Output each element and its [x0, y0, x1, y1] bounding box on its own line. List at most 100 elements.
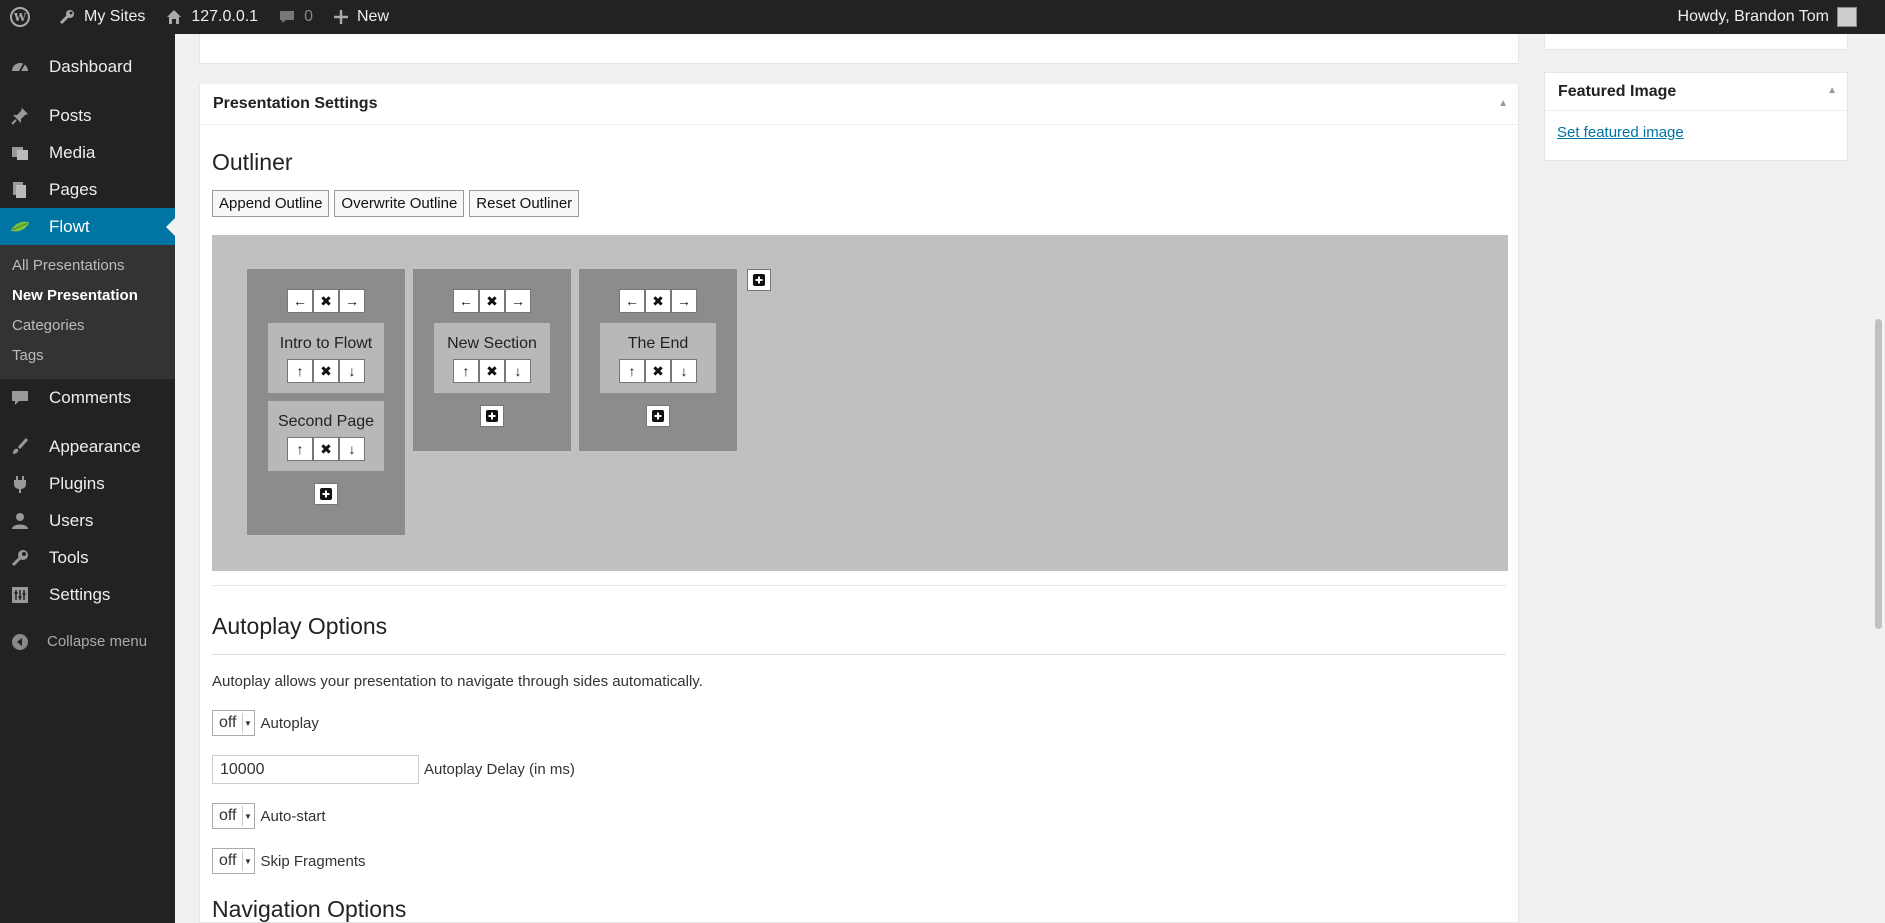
page-card[interactable]: New Section ↑ ✖ ↓ — [434, 323, 550, 393]
sidebar-item-tools[interactable]: Tools — [0, 539, 175, 576]
move-left-icon[interactable]: ← — [287, 289, 313, 313]
select-value: off — [219, 852, 237, 869]
add-section-icon[interactable] — [747, 269, 771, 291]
divider — [212, 585, 1506, 586]
collapse-menu-button[interactable]: Collapse menu — [0, 623, 175, 660]
section-column[interactable]: ← ✖ → The End ↑ ✖ ↓ — [579, 269, 737, 451]
move-up-icon[interactable]: ↑ — [287, 359, 313, 383]
move-down-icon[interactable]: ↓ — [671, 359, 697, 383]
collapse-label: Collapse menu — [47, 633, 148, 650]
skip-fragments-select[interactable]: off ▼ — [212, 848, 255, 874]
move-down-icon[interactable]: ↓ — [505, 359, 531, 383]
featured-image-header[interactable]: Featured Image ▲ — [1545, 73, 1847, 111]
submenu-categories[interactable]: Categories — [0, 311, 175, 341]
delete-icon[interactable]: ✖ — [479, 359, 505, 383]
submenu-tags[interactable]: Tags — [0, 341, 175, 371]
media-icon — [10, 143, 30, 163]
sidebar-item-media[interactable]: Media — [0, 134, 175, 171]
dropdown-arrow-icon: ▼ — [241, 713, 254, 733]
append-outline-button[interactable]: Append Outline — [212, 190, 330, 217]
new-label: New — [356, 8, 389, 25]
move-right-icon[interactable]: → — [505, 289, 531, 313]
submenu-all-presentations[interactable]: All Presentations — [0, 251, 175, 281]
overwrite-outline-button[interactable]: Overwrite Outline — [334, 190, 465, 217]
autoplay-delay-input[interactable]: 10000 — [212, 755, 419, 784]
submenu-new-presentation[interactable]: New Presentation — [0, 281, 175, 311]
sidebar-item-posts[interactable]: Posts — [0, 97, 175, 134]
page-card[interactable]: Second Page ↑ ✖ ↓ — [268, 401, 384, 471]
sidebar-item-label: Pages — [49, 179, 98, 199]
skip-fragments-row: off ▼ Skip Fragments — [212, 848, 1506, 874]
flowt-submenu: All Presentations New Presentation Categ… — [0, 245, 175, 379]
reset-outliner-button[interactable]: Reset Outliner — [469, 190, 580, 217]
settings-icon — [10, 585, 30, 605]
previous-box-bottom — [200, 34, 1518, 64]
page-title: Intro to Flowt — [279, 335, 373, 352]
my-sites-link[interactable]: My Sites — [48, 0, 155, 34]
sidebar-item-label: Users — [49, 510, 94, 530]
move-down-icon[interactable]: ↓ — [339, 437, 365, 461]
presentation-settings-box: Presentation Settings ▲ Outliner Append … — [199, 34, 1519, 923]
move-right-icon[interactable]: → — [671, 289, 697, 313]
site-name-link[interactable]: 127.0.0.1 — [155, 0, 268, 34]
collapse-box-icon[interactable]: ▲ — [1498, 98, 1508, 109]
wrench-icon — [59, 10, 74, 25]
user-icon — [10, 511, 30, 531]
comments-count: 0 — [304, 8, 313, 25]
dropdown-arrow-icon: ▼ — [241, 806, 254, 826]
move-up-icon[interactable]: ↑ — [619, 359, 645, 383]
admin-bar: W My Sites 127.0.0.1 0 New Howdy, Brando… — [0, 0, 1885, 34]
comments-link[interactable]: 0 — [268, 0, 323, 34]
autoplay-select[interactable]: off ▼ — [212, 710, 255, 736]
pin-icon — [10, 106, 30, 126]
account-menu[interactable]: Howdy, Brandon Tom — [1668, 0, 1885, 34]
sidebar-item-appearance[interactable]: Appearance — [0, 428, 175, 465]
sidebar-item-label: Comments — [49, 387, 132, 407]
autoplay-delay-label: Autoplay Delay (in ms) — [424, 761, 575, 778]
page-scrollbar[interactable] — [1872, 34, 1885, 923]
sidebar-item-label: Plugins — [49, 473, 105, 493]
page-card[interactable]: The End ↑ ✖ ↓ — [600, 323, 716, 393]
pages-icon — [10, 180, 30, 200]
howdy-label: Howdy, Brandon Tom — [1677, 8, 1829, 25]
delete-icon[interactable]: ✖ — [645, 289, 671, 313]
sidebar-item-users[interactable]: Users — [0, 502, 175, 539]
wrench-icon — [10, 548, 30, 568]
delete-icon[interactable]: ✖ — [645, 359, 671, 383]
autostart-select[interactable]: off ▼ — [212, 803, 255, 829]
move-up-icon[interactable]: ↑ — [287, 437, 313, 461]
sidebar-item-dashboard[interactable]: Dashboard — [0, 48, 175, 85]
delete-icon[interactable]: ✖ — [313, 437, 339, 461]
sidebar-item-comments[interactable]: Comments — [0, 379, 175, 416]
add-page-icon[interactable] — [646, 405, 670, 427]
presentation-settings-header[interactable]: Presentation Settings ▲ — [200, 84, 1518, 125]
delete-icon[interactable]: ✖ — [479, 289, 505, 313]
move-up-icon[interactable]: ↑ — [453, 359, 479, 383]
page-card[interactable]: Intro to Flowt ↑ ✖ ↓ — [268, 323, 384, 393]
move-left-icon[interactable]: ← — [619, 289, 645, 313]
scrollbar-thumb[interactable] — [1875, 319, 1882, 629]
add-page-icon[interactable] — [314, 483, 338, 505]
page-title: The End — [627, 335, 689, 352]
section-column[interactable]: ← ✖ → Intro to Flowt ↑ ✖ ↓ Second Page ↑ — [247, 269, 405, 535]
sidebar-item-flowt[interactable]: Flowt — [0, 208, 175, 245]
sidebar-item-pages[interactable]: Pages — [0, 171, 175, 208]
new-content-link[interactable]: New — [323, 0, 399, 34]
sidebar-item-label: Dashboard — [49, 56, 133, 76]
delete-icon[interactable]: ✖ — [313, 359, 339, 383]
sidebar-item-plugins[interactable]: Plugins — [0, 465, 175, 502]
wordpress-logo-icon[interactable]: W — [0, 0, 48, 34]
move-left-icon[interactable]: ← — [453, 289, 479, 313]
sidebar-item-settings[interactable]: Settings — [0, 576, 175, 613]
section-column[interactable]: ← ✖ → New Section ↑ ✖ ↓ — [413, 269, 571, 451]
dashboard-icon — [10, 57, 30, 77]
delete-icon[interactable]: ✖ — [313, 289, 339, 313]
page-title: Second Page — [277, 413, 375, 430]
move-right-icon[interactable]: → — [339, 289, 365, 313]
outliner-title: Outliner — [212, 149, 293, 175]
move-down-icon[interactable]: ↓ — [339, 359, 365, 383]
svg-text:W: W — [13, 11, 27, 24]
collapse-box-icon[interactable]: ▲ — [1827, 85, 1837, 96]
set-featured-image-link[interactable]: Set featured image — [1545, 111, 1847, 154]
add-page-icon[interactable] — [480, 405, 504, 427]
